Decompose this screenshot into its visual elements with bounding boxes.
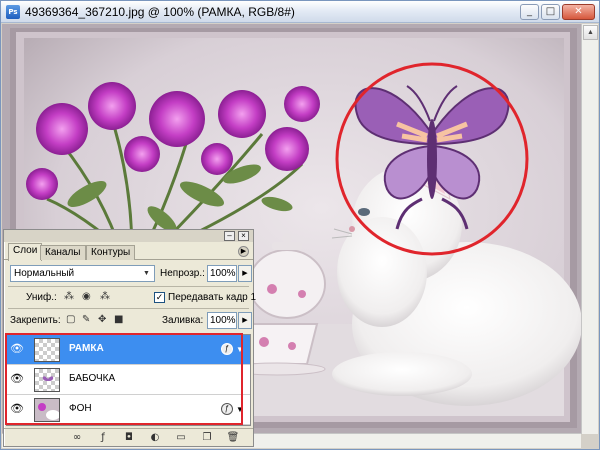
eye-icon[interactable]: 👁 [9, 339, 25, 360]
unify-visibility-icon[interactable]: ◉ [82, 291, 91, 303]
blend-mode-value: Нормальный [14, 268, 75, 279]
lock-transparency-icon[interactable]: ▢ [66, 314, 75, 326]
lock-brush-icon[interactable]: ✎ [82, 314, 90, 326]
tab-channels[interactable]: Каналы [40, 245, 86, 260]
eye-icon[interactable]: 👁 [9, 399, 25, 420]
layer-mask-icon[interactable]: ◘ [122, 432, 136, 444]
close-button[interactable]: ✕ [562, 4, 595, 20]
layers-list: 👁 РАМКА ƒ ▼ 👁 БАБОЧКА 👁 ФОН ƒ ▼ [6, 334, 251, 426]
tab-layers[interactable]: Слои [8, 243, 43, 261]
lock-all-icon[interactable]: ■ [114, 314, 123, 326]
fill-input[interactable]: 100% [207, 312, 237, 329]
layer-row-frame[interactable]: 👁 РАМКА ƒ ▼ [7, 335, 250, 365]
layer-thumbnail [34, 398, 60, 422]
butterfly-thumb-icon [42, 376, 54, 381]
effects-icon[interactable]: ƒ [221, 403, 233, 415]
expand-effects-icon[interactable]: ▼ [236, 345, 244, 354]
panel-header[interactable]: – × [4, 230, 253, 242]
layer-thumbnail [34, 338, 60, 362]
tab-paths[interactable]: Контуры [86, 245, 136, 260]
lock-move-icon[interactable]: ✥ [98, 314, 106, 326]
panel-close-icon[interactable]: × [238, 231, 249, 241]
layer-row-background[interactable]: 👁 ФОН ƒ ▼ [7, 395, 250, 425]
adjustment-layer-icon[interactable]: ◐ [148, 432, 162, 444]
expand-effects-icon[interactable]: ▼ [236, 405, 244, 414]
opacity-slider-button[interactable]: ▶ [238, 265, 252, 282]
divider [8, 286, 249, 287]
panel-bottom-toolbar: ∞ ƒ ◘ ◐ ▭ ❐ 🗑 [4, 428, 253, 446]
scroll-up-arrow-icon[interactable]: ▲ [583, 25, 598, 40]
photoshop-app-icon: Ps [6, 5, 20, 19]
effects-icon[interactable]: ƒ [221, 343, 233, 355]
panel-minimize-icon[interactable]: – [224, 231, 235, 241]
link-layers-icon[interactable]: ∞ [70, 432, 84, 444]
vertical-scrollbar[interactable]: ▲ [581, 24, 598, 434]
chevron-down-icon: ▼ [143, 270, 150, 277]
photo-thumb-icon [38, 403, 59, 420]
title-bar[interactable]: Ps 49369364_367210.jpg @ 100% (РАМКА, RG… [1, 1, 599, 23]
unify-position-icon[interactable]: ⁂ [64, 291, 74, 303]
layer-name: БАБОЧКА [69, 373, 116, 384]
new-layer-icon[interactable]: ❐ [200, 432, 214, 444]
layer-name: РАМКА [69, 343, 104, 354]
propagate-frame-checkbox[interactable]: ✓ [154, 292, 165, 303]
fill-label: Заливка: [162, 315, 204, 326]
eye-icon[interactable]: 👁 [9, 369, 25, 390]
window-title: 49369364_367210.jpg @ 100% (РАМКА, RGB/8… [25, 5, 295, 19]
layer-thumbnail [34, 368, 60, 392]
propagate-frame-label: Передавать кадр 1 [168, 292, 257, 303]
lock-label: Закрепить: [10, 315, 61, 326]
divider [8, 308, 249, 309]
layer-style-icon[interactable]: ƒ [96, 432, 110, 444]
new-group-icon[interactable]: ▭ [174, 432, 188, 444]
opacity-label: Непрозр.: [160, 268, 205, 279]
panel-menu-icon[interactable]: ▶ [238, 246, 249, 257]
minimize-button[interactable]: _ [520, 4, 539, 20]
layer-row-butterfly[interactable]: 👁 БАБОЧКА [7, 365, 250, 395]
layers-panel: – × Слои Каналы Контуры ▶ Нормальный ▼ Н… [3, 229, 257, 447]
blend-mode-select[interactable]: Нормальный ▼ [10, 265, 155, 282]
trash-icon[interactable]: 🗑 [226, 432, 240, 444]
layer-name: ФОН [69, 403, 92, 414]
maximize-button[interactable]: □ [541, 4, 560, 20]
unify-label: Униф.: [26, 292, 57, 303]
unify-style-icon[interactable]: ⁂ [100, 291, 110, 303]
opacity-input[interactable]: 100% [207, 265, 237, 282]
fill-slider-button[interactable]: ▶ [238, 312, 252, 329]
panel-tabs: Слои Каналы Контуры [4, 242, 253, 261]
